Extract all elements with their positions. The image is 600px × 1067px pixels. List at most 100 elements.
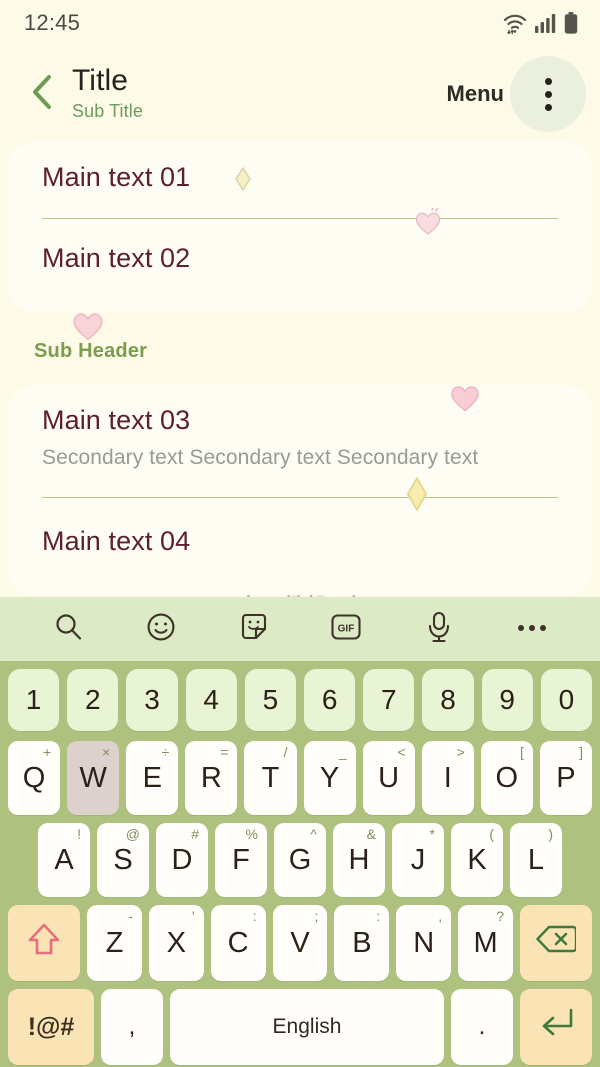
- key-e[interactable]: ÷ E: [126, 741, 179, 815]
- key-label: P: [556, 761, 576, 794]
- key-superscript: ;: [314, 908, 319, 924]
- enter-key[interactable]: [520, 989, 592, 1065]
- key-label: U: [378, 761, 400, 794]
- key-superscript: :: [376, 908, 381, 924]
- key-8[interactable]: 8: [422, 669, 474, 731]
- list-item[interactable]: Main text 03 Secondary text Secondary te…: [42, 407, 558, 470]
- key-o[interactable]: [O: [480, 741, 533, 815]
- key-0[interactable]: 0: [540, 669, 593, 731]
- key-v[interactable]: ; V: [272, 905, 328, 981]
- page-title: Title: [72, 63, 129, 97]
- key-p[interactable]: ] P: [539, 741, 592, 815]
- key-g[interactable]: ^ G: [274, 823, 326, 897]
- keyboard-sticker-button[interactable]: [228, 603, 280, 655]
- key-label: B: [352, 926, 372, 959]
- key-9[interactable]: 9: [481, 669, 533, 731]
- key-u[interactable]: < U: [362, 741, 415, 815]
- sticker-icon: [239, 612, 269, 647]
- key-label: S: [113, 843, 133, 876]
- menu-button[interactable]: Menu: [447, 81, 504, 107]
- symbols-key[interactable]: !@#: [8, 989, 94, 1065]
- key-label: Z: [105, 926, 124, 959]
- key-i[interactable]: > I: [421, 741, 474, 815]
- key-q[interactable]: + Q: [8, 741, 61, 815]
- sub-header: Sub Header: [34, 340, 148, 362]
- space-key[interactable]: English: [170, 989, 444, 1065]
- key-label: 1: [25, 684, 42, 715]
- key-label: C: [227, 926, 249, 959]
- key-label: Q: [22, 761, 46, 794]
- key-superscript: (: [489, 826, 494, 842]
- chevron-left-icon: [30, 74, 54, 115]
- key-2[interactable]: 2: [67, 669, 119, 731]
- keyboard-microphone-button[interactable]: [413, 603, 465, 655]
- key-label: 9: [499, 684, 515, 715]
- key-w[interactable]: × W: [67, 741, 120, 815]
- key-m[interactable]: ? M: [458, 905, 514, 981]
- key-c[interactable]: :C: [210, 905, 266, 981]
- list-item-title: Main text 01: [42, 162, 191, 192]
- key-k[interactable]: (K: [451, 823, 503, 897]
- key-t[interactable]: / T: [244, 741, 297, 815]
- key-h[interactable]: & H: [333, 823, 385, 897]
- key-label: L: [527, 843, 545, 876]
- key-label: K: [467, 843, 487, 876]
- list-item[interactable]: Main text 04: [42, 528, 558, 555]
- key-label: H: [348, 843, 370, 876]
- key-5[interactable]: 5: [244, 669, 296, 731]
- status-bar: 12:45: [0, 0, 600, 46]
- key-label: F: [232, 843, 250, 876]
- key-f[interactable]: % F: [215, 823, 267, 897]
- key-r[interactable]: = R: [185, 741, 238, 815]
- key-superscript: ): [548, 826, 553, 842]
- key-superscript: :: [252, 908, 257, 924]
- status-icon-group: [502, 12, 578, 34]
- key-b[interactable]: :B: [334, 905, 390, 981]
- keyboard-gif-button[interactable]: GIF: [320, 603, 372, 655]
- keyboard-row-asdf: ! A @ S # D% F ^ G & H * J(K) L: [5, 823, 595, 897]
- page-subtitle: Sub Title: [72, 100, 143, 121]
- backspace-key[interactable]: [520, 905, 593, 981]
- phone-screen: 1 2: 45 Title Sub Title Menu Main text 01 …: [0, 0, 600, 1067]
- key-label: 3: [144, 684, 160, 715]
- keyboard-more-button[interactable]: [506, 603, 558, 655]
- back-button[interactable]: [22, 70, 62, 118]
- key-superscript: ,: [438, 908, 443, 924]
- key-6[interactable]: 6: [304, 669, 356, 731]
- list-card-top: Main text 01 Main text 02: [8, 142, 592, 341]
- key-3[interactable]: 3: [126, 669, 178, 731]
- list-item[interactable]: Main text 02: [42, 245, 558, 272]
- key-n[interactable]: ,N: [396, 905, 452, 981]
- wifi-icon: [502, 12, 528, 34]
- key-4[interactable]: 4: [185, 669, 237, 731]
- key-label: X: [166, 926, 186, 959]
- key-s[interactable]: @ S: [97, 823, 149, 897]
- key-z[interactable]: -Z: [87, 905, 142, 981]
- key-l[interactable]: ) L: [510, 823, 562, 897]
- key-a[interactable]: ! A: [38, 823, 90, 897]
- keyboard-emoji-button[interactable]: [135, 603, 187, 655]
- key-y[interactable]: _ Y: [303, 741, 356, 815]
- key-superscript: &: [366, 826, 376, 842]
- key-label: M: [473, 926, 498, 959]
- key-j[interactable]: * J: [392, 823, 444, 897]
- comma-key[interactable]: ,: [101, 989, 163, 1065]
- key-label: 2: [85, 684, 101, 715]
- key-7[interactable]: 7: [363, 669, 415, 731]
- status-time: 12:45: [24, 10, 81, 35]
- list-card-bottom: Main text 03 Secondary text Secondary te…: [8, 385, 592, 595]
- keyboard-search-button[interactable]: [42, 603, 94, 655]
- microphone-icon: [426, 611, 452, 648]
- shift-key[interactable]: [8, 905, 80, 981]
- overflow-menu-button[interactable]: [510, 56, 586, 132]
- key-1[interactable]: 1: [7, 669, 60, 731]
- list-item[interactable]: Main text 01: [42, 162, 558, 192]
- period-key[interactable]: .: [451, 989, 513, 1065]
- key-superscript: ×: [102, 744, 111, 760]
- key-x[interactable]: ' X: [148, 905, 204, 981]
- key-d[interactable]: # D: [156, 823, 208, 897]
- key-superscript: [: [519, 744, 524, 760]
- key-label: 6: [321, 684, 338, 715]
- virtual-keyboard[interactable]: GIF 1 2 3 4 5 6 7 8 9 0 + Q × W ÷ E = R …: [0, 597, 600, 1067]
- content-list[interactable]: Main text 01 Main text 02 Sub Header Mai…: [0, 142, 600, 646]
